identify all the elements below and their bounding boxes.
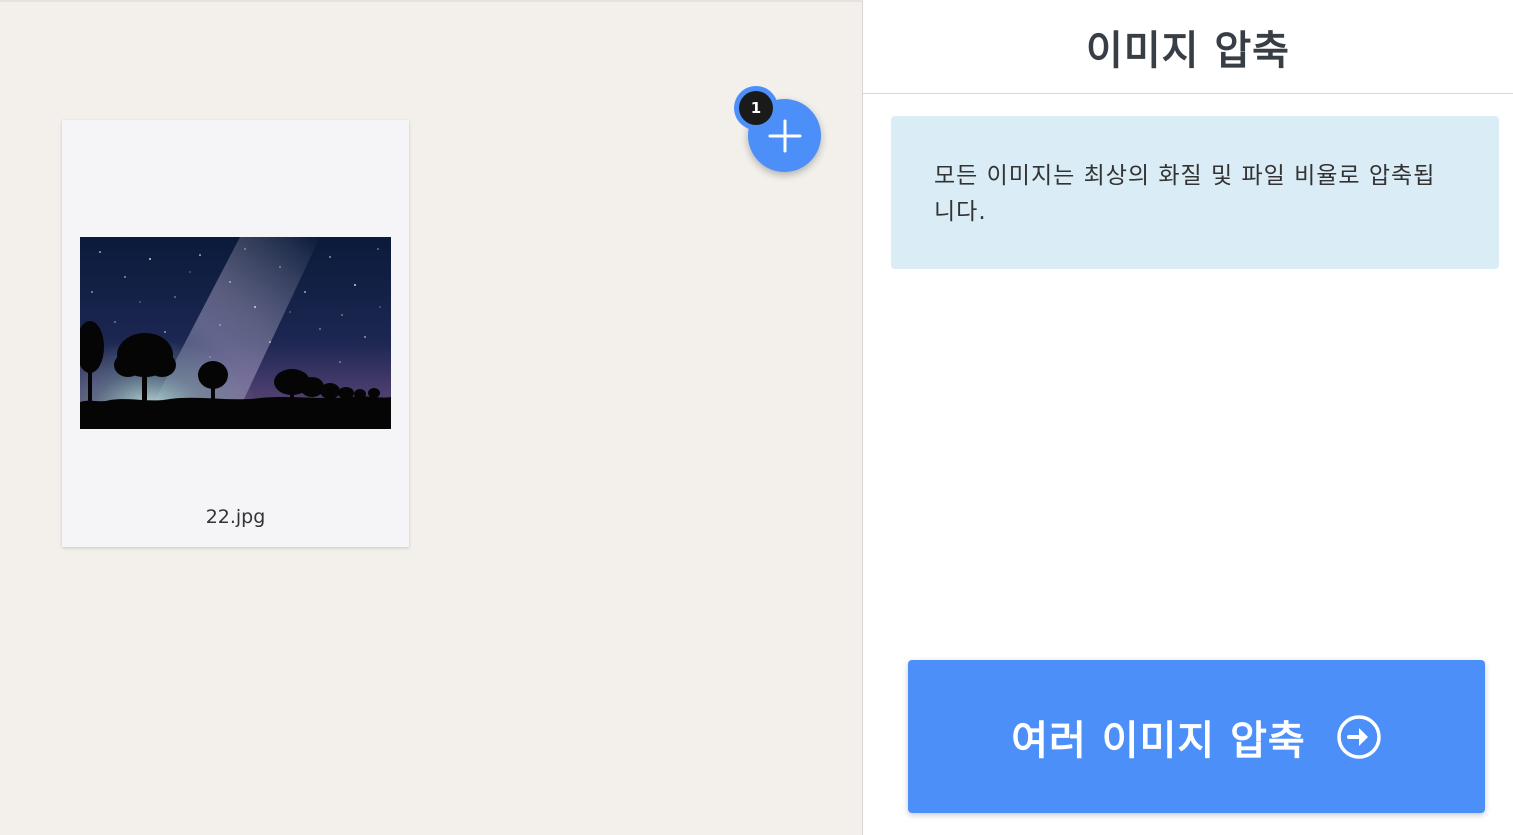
file-card[interactable]: 22.jpg — [62, 120, 409, 547]
file-thumbnail-image — [80, 237, 391, 429]
file-count-value: 1 — [739, 91, 773, 125]
file-name-label: 22.jpg — [205, 506, 266, 528]
arrow-right-circle-icon — [1336, 714, 1382, 760]
sidebar-title: 이미지 압축 — [863, 0, 1513, 94]
file-workspace: 22.jpg 1 — [0, 0, 863, 835]
app-root: 22.jpg 1 이미지 압축 모든 이미지는 최상의 화질 및 파일 비율로 … — [0, 0, 1513, 835]
compress-button-label: 여러 이미지 압축 — [1011, 717, 1306, 764]
options-sidebar: 이미지 압축 모든 이미지는 최상의 화질 및 파일 비율로 압축됩니다. 여러… — [863, 0, 1513, 835]
compress-images-button[interactable]: 여러 이미지 압축 — [908, 660, 1485, 813]
info-message: 모든 이미지는 최상의 화질 및 파일 비율로 압축됩니다. — [891, 116, 1499, 269]
file-count-badge: 1 — [734, 86, 778, 130]
